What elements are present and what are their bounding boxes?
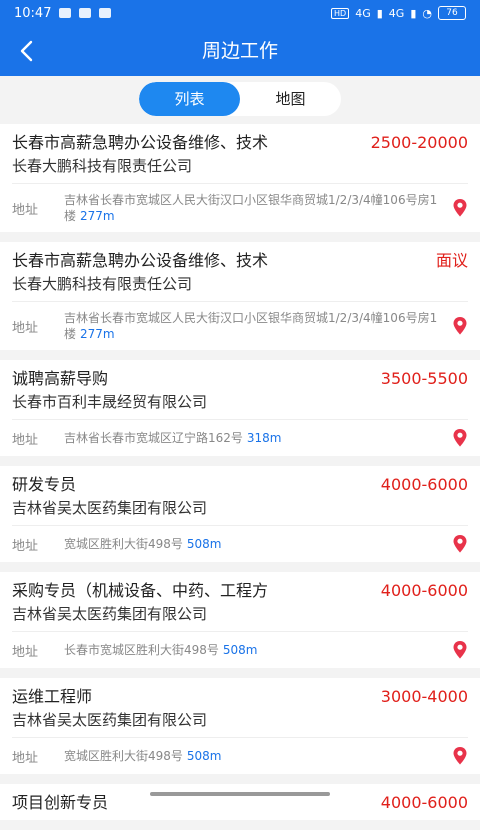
job-list: 长春市高薪急聘办公设备维修、技术 2500-20000 长春大鹏科技有限责任公司…: [0, 124, 480, 830]
company-name: 长春大鹏科技有限责任公司: [12, 275, 193, 293]
address-text: 长春市宽城区胜利大街498号 508m: [64, 643, 258, 657]
location-pin-icon[interactable]: [452, 316, 468, 336]
job-salary: 面议: [435, 251, 468, 270]
company-name: 长春大鹏科技有限责任公司: [12, 157, 193, 175]
job-title: 长春市高薪急聘办公设备维修、技术: [12, 133, 269, 152]
scroll-indicator: [150, 792, 330, 796]
distance: 277m: [80, 209, 115, 223]
hd-icon: HD: [331, 7, 350, 19]
address-text: 吉林省长春市宽城区人民大街汉口小区银华商贸城1/2/3/4幢106号房1楼 277…: [64, 193, 438, 223]
location-pin-icon[interactable]: [452, 640, 468, 660]
status-bar: 10:47 HD 4G ▮ 4G ▮ ◔ 76: [0, 0, 480, 26]
location-pin-icon[interactable]: [452, 428, 468, 448]
wechat-icon: [59, 8, 72, 18]
tab-list[interactable]: 列表: [139, 82, 240, 116]
wifi-icon: ◔: [422, 6, 432, 20]
job-title: 研发专员: [12, 475, 77, 494]
address-text: 吉林省长春市宽城区人民大街汉口小区银华商贸城1/2/3/4幢106号房1楼 277…: [64, 311, 438, 341]
company-name: 长春市百利丰晟经贸有限公司: [12, 393, 208, 411]
job-salary: 4000-6000: [380, 581, 468, 600]
address-row: 地址 宽城区胜利大街498号 508m: [12, 525, 468, 562]
distance: 508m: [186, 537, 222, 551]
tab-map[interactable]: 地图: [240, 82, 341, 116]
distance: 318m: [246, 431, 282, 445]
network-2: 4G: [388, 6, 405, 20]
view-toggle: 列表 地图: [139, 82, 341, 116]
qq-icon: [79, 8, 92, 18]
address-row: 地址 吉林省长春市宽城区辽宁路162号 318m: [12, 419, 468, 456]
location-pin-icon[interactable]: [452, 198, 468, 218]
job-salary: 2500-20000: [370, 133, 468, 152]
battery-icon: 76: [438, 6, 466, 20]
job-title: 采购专员（机械设备、中药、工程方: [12, 581, 269, 600]
company-name: 吉林省吴太医药集团有限公司: [12, 711, 208, 729]
address-row: 地址 吉林省长春市宽城区人民大街汉口小区银华商贸城1/2/3/4幢106号房1楼…: [12, 301, 468, 350]
page-title: 周边工作: [201, 40, 278, 62]
job-title: 诚聘高薪导购: [12, 369, 109, 388]
job-card[interactable]: 长春市高薪急聘办公设备维修、技术 面议 长春大鹏科技有限责任公司 地址 吉林省长…: [0, 242, 480, 350]
job-card[interactable]: 采购专员（机械设备、中药、工程方 4000-6000 吉林省吴太医药集团有限公司…: [0, 572, 480, 668]
job-salary: 3500-5500: [380, 369, 468, 388]
signal-icon: ▮: [376, 6, 383, 20]
distance: 508m: [186, 749, 222, 763]
status-time: 10:47: [14, 5, 52, 21]
nav-bar: 周边工作: [0, 26, 480, 76]
address-text: 宽城区胜利大街498号 508m: [64, 537, 222, 551]
job-card[interactable]: 诚聘高薪导购 3500-5500 长春市百利丰晟经贸有限公司 地址 吉林省长春市…: [0, 360, 480, 456]
address-row: 地址 吉林省长春市宽城区人民大街汉口小区银华商贸城1/2/3/4幢106号房1楼…: [12, 183, 468, 232]
job-card[interactable]: 研发专员 4000-6000 吉林省吴太医药集团有限公司 地址 宽城区胜利大街4…: [0, 466, 480, 562]
distance: 277m: [80, 327, 115, 341]
job-title: 长春市高薪急聘办公设备维修、技术: [12, 251, 269, 270]
job-salary: 4000-6000: [380, 793, 468, 812]
message-icon: [99, 8, 112, 18]
job-salary: 4000-6000: [380, 475, 468, 494]
address-label: 地址: [12, 320, 39, 336]
network-1: 4G: [355, 6, 371, 20]
address-row: 地址 宽城区胜利大街498号 508m: [12, 737, 468, 774]
distance: 508m: [222, 643, 258, 657]
address-label: 地址: [12, 538, 39, 554]
location-pin-icon[interactable]: [452, 534, 468, 554]
location-pin-icon[interactable]: [452, 746, 468, 766]
company-name: 吉林省吴太医药集团有限公司: [12, 499, 208, 517]
address-text: 宽城区胜利大街498号 508m: [64, 749, 222, 763]
address-label: 地址: [12, 750, 39, 766]
address-row: 地址 长春市宽城区胜利大街498号 508m: [12, 631, 468, 668]
signal-icon-2: ▮: [410, 6, 417, 20]
job-title: 项目创新专员: [12, 793, 109, 812]
job-card[interactable]: 项目创新专员 4000-6000: [0, 784, 480, 820]
job-card[interactable]: 运维工程师 3000-4000 吉林省吴太医药集团有限公司 地址 宽城区胜利大街…: [0, 678, 480, 774]
job-salary: 3000-4000: [380, 687, 468, 706]
address-label: 地址: [12, 432, 39, 448]
company-name: 吉林省吴太医药集团有限公司: [12, 605, 208, 623]
address-label: 地址: [12, 644, 39, 660]
job-title: 运维工程师: [12, 687, 93, 706]
address-text: 吉林省长春市宽城区辽宁路162号 318m: [64, 431, 282, 445]
job-card[interactable]: 长春市高薪急聘办公设备维修、技术 2500-20000 长春大鹏科技有限责任公司…: [0, 124, 480, 232]
address-label: 地址: [12, 202, 39, 218]
